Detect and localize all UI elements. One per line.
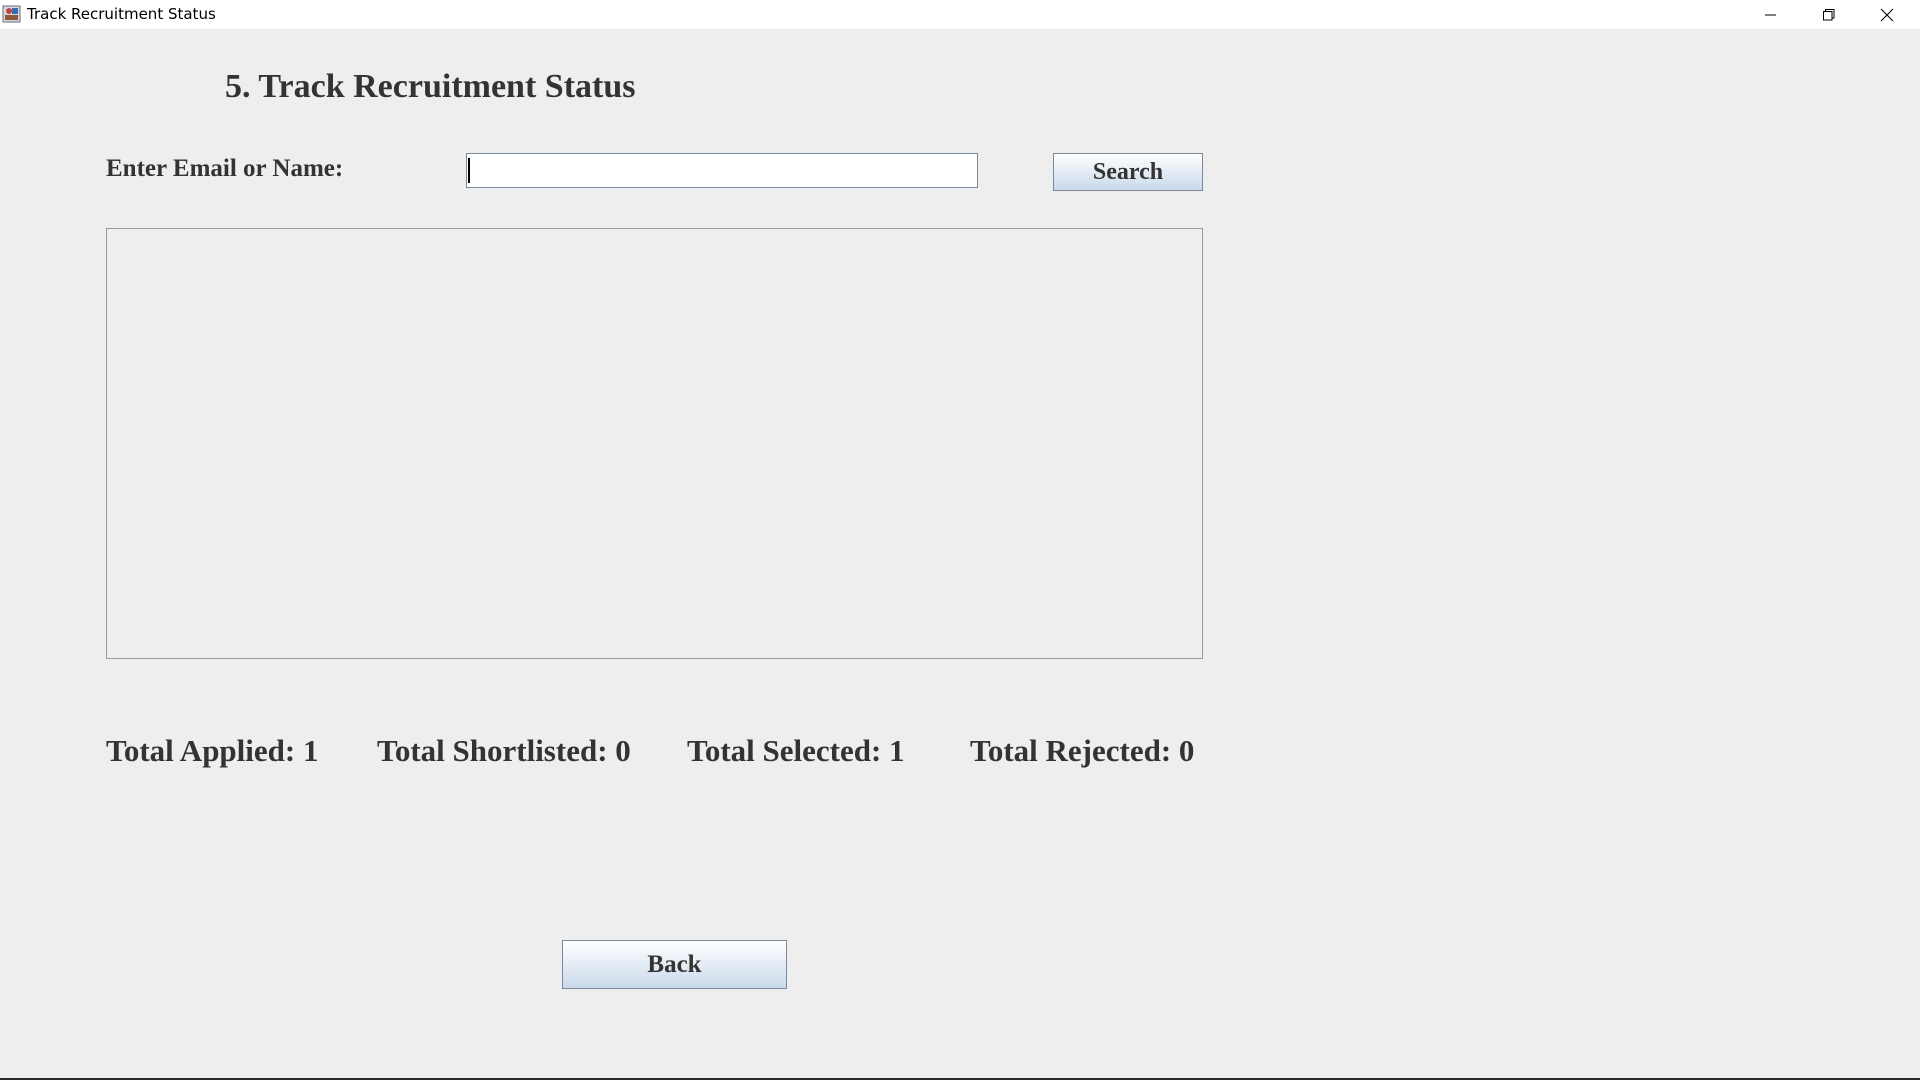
minimize-icon bbox=[1765, 9, 1777, 21]
window-title: Track Recruitment Status bbox=[27, 5, 216, 23]
search-button[interactable]: Search bbox=[1053, 153, 1203, 191]
total-applied-label: Total Applied: 1 bbox=[106, 733, 319, 768]
restore-icon bbox=[1823, 8, 1835, 21]
results-text-area[interactable] bbox=[106, 228, 1203, 659]
back-button[interactable]: Back bbox=[562, 940, 787, 989]
java-app-icon bbox=[2, 4, 22, 24]
search-input[interactable] bbox=[466, 153, 978, 188]
page-title: 5. Track Recruitment Status bbox=[225, 68, 636, 105]
close-icon bbox=[1880, 8, 1894, 22]
minimize-button[interactable] bbox=[1742, 0, 1800, 29]
total-shortlisted-label: Total Shortlisted: 0 bbox=[377, 733, 631, 768]
total-rejected-label: Total Rejected: 0 bbox=[970, 733, 1195, 768]
text-caret bbox=[468, 158, 470, 183]
title-bar[interactable]: Track Recruitment Status bbox=[0, 0, 1920, 29]
close-button[interactable] bbox=[1858, 0, 1916, 29]
app-window: Track Recruitment Status 5. Track Recrui… bbox=[0, 0, 1920, 1080]
search-label: Enter Email or Name: bbox=[106, 155, 344, 182]
total-selected-label: Total Selected: 1 bbox=[687, 733, 905, 768]
maximize-button[interactable] bbox=[1800, 0, 1858, 29]
